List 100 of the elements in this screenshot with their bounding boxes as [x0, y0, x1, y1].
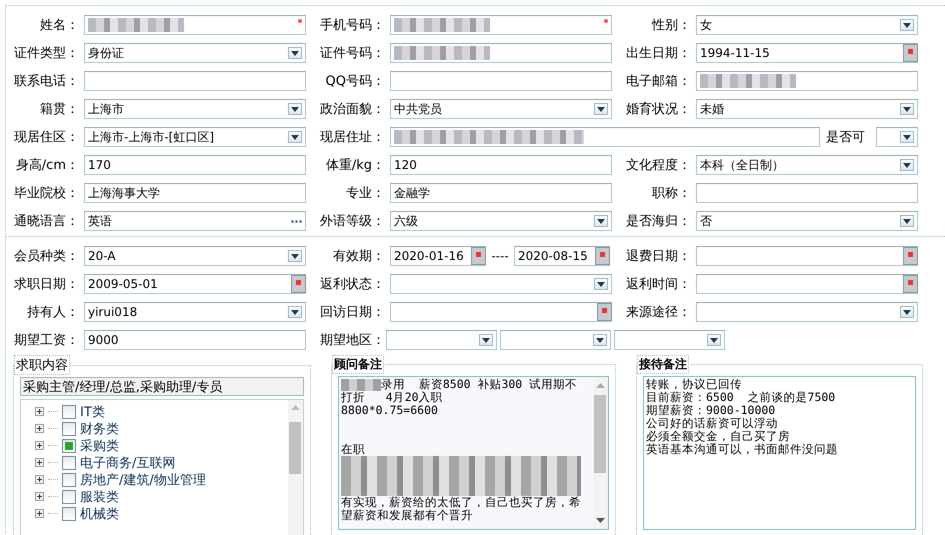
job-summary-field[interactable]: 采购主管/经理/总监,采购助理/专员: [20, 377, 304, 396]
tree-item[interactable]: 采购类: [80, 436, 119, 454]
field-label: 期望地区：: [319, 332, 386, 349]
tree-item[interactable]: 电子商务/互联网: [80, 454, 176, 472]
text-field[interactable]: [390, 71, 612, 91]
text-field[interactable]: 上海海事大学: [84, 183, 306, 203]
checkbox[interactable]: [62, 438, 76, 452]
text-field[interactable]: [84, 15, 306, 35]
checkbox[interactable]: [62, 456, 76, 470]
note-line: 8800*0.75=6600: [341, 404, 439, 417]
field-label: 来源途径：: [625, 304, 692, 321]
field-label: 电子邮箱：: [625, 73, 692, 90]
expand-icon[interactable]: [35, 475, 44, 484]
field-label: 证件号码：: [319, 45, 386, 62]
dropdown-field[interactable]: 未婚: [696, 99, 918, 119]
dropdown-field[interactable]: 20-A: [84, 246, 306, 266]
text-field[interactable]: 9000: [84, 330, 306, 350]
checkbox[interactable]: [62, 422, 76, 436]
dropdown-field[interactable]: [696, 302, 918, 322]
tree-item[interactable]: 机械类: [80, 504, 119, 522]
dropdown-field[interactable]: 否: [696, 211, 918, 231]
tree-item[interactable]: 财务类: [80, 420, 119, 438]
field-label: 通晓语言：: [13, 213, 80, 230]
date-field[interactable]: 2009-05-01: [84, 274, 306, 294]
dropdown-field[interactable]: 身份证: [84, 43, 306, 63]
expand-icon[interactable]: [35, 492, 44, 501]
text-field[interactable]: 金融学: [390, 183, 612, 203]
date-field[interactable]: 2020-01-16: [390, 246, 486, 266]
date-field[interactable]: 1994-11-15: [696, 43, 918, 63]
field-label: 证件类型：: [13, 45, 80, 62]
field-label: 外语等级：: [319, 213, 386, 230]
calendar-icon[interactable]: [903, 247, 918, 265]
scroll-up-icon[interactable]: [596, 383, 605, 388]
note-line: 在职: [341, 443, 366, 456]
checkbox[interactable]: [62, 404, 76, 418]
expand-icon[interactable]: [35, 458, 44, 467]
checkbox[interactable]: [62, 506, 76, 520]
dropdown-field[interactable]: [386, 330, 497, 350]
date-field[interactable]: 2020-08-15: [514, 246, 610, 266]
dropdown-field[interactable]: [500, 330, 611, 350]
calendar-icon[interactable]: [903, 44, 918, 62]
field-label: 持有人：: [26, 304, 80, 321]
field-label: 文化程度：: [625, 157, 692, 174]
checkbox[interactable]: [62, 490, 76, 504]
text-field[interactable]: 170: [84, 155, 306, 175]
date-field[interactable]: [390, 302, 612, 322]
note-line: 英语基本沟通可以，书面邮件没问题: [646, 443, 839, 456]
dropdown-field[interactable]: 上海市: [84, 99, 306, 119]
expand-icon[interactable]: [35, 509, 44, 518]
field-label: 籍贯：: [39, 101, 80, 118]
picker-field[interactable]: 英语: [84, 211, 306, 231]
date-field[interactable]: [696, 246, 918, 266]
tree-item[interactable]: IT类: [80, 402, 105, 420]
dropdown-field[interactable]: 女: [696, 15, 918, 35]
notes-area[interactable]: 录用 薪资8500 补贴300 试用期不打折 4月20入职 8800*0.75=6600 在职 有实现，薪资给的太低了，自己也买了房，希望薪资和发展都有个晋升: [338, 376, 609, 530]
text-field[interactable]: [696, 183, 918, 203]
tree-item[interactable]: 房地产/建筑/物业管理: [80, 470, 206, 488]
expand-icon[interactable]: [35, 424, 44, 433]
calendar-icon[interactable]: [595, 247, 610, 265]
expand-icon[interactable]: [35, 407, 44, 416]
field-label: 出生日期：: [625, 45, 692, 62]
dropdown-field[interactable]: 上海市-上海市-[虹口区]: [84, 127, 306, 147]
calendar-icon[interactable]: [903, 275, 918, 293]
field-label: 联系电话：: [13, 73, 80, 90]
field-label: 现居住区：: [13, 129, 80, 146]
scrollbar[interactable]: [288, 400, 303, 535]
scrollbar[interactable]: [593, 377, 608, 529]
text-field[interactable]: [84, 71, 306, 91]
field-label: 身高/cm：: [14, 157, 80, 174]
calendar-icon[interactable]: [471, 247, 486, 265]
note-line: 录用 薪资8500 补贴300 试用期不打折 4月20入职: [341, 377, 578, 404]
text-field[interactable]: [390, 127, 820, 147]
field-label: 返利时间：: [625, 276, 692, 293]
dropdown-field[interactable]: [614, 330, 725, 350]
notes-area[interactable]: 转账，协议已回传 目前薪资：6500 之前谈的是7500 期望薪资：9000-10000 公司好的话薪资可以浮动 必须全额交金，自己买了房 英语基本沟通可以，书面邮件没问题: [643, 376, 916, 530]
dropdown-field[interactable]: [390, 274, 612, 294]
dropdown-field[interactable]: 本科（全日制）: [696, 155, 918, 175]
text-field[interactable]: 120: [390, 155, 612, 175]
date-field[interactable]: [696, 274, 918, 294]
field-label: 姓名：: [39, 17, 80, 34]
field-label: 专业：: [345, 185, 386, 202]
calendar-icon[interactable]: [597, 303, 612, 321]
text-field[interactable]: [390, 15, 612, 35]
dropdown-field[interactable]: 中共党员: [390, 99, 612, 119]
dropdown-field[interactable]: yirui018: [84, 302, 306, 322]
scroll-down-icon[interactable]: [596, 518, 605, 523]
calendar-icon[interactable]: [291, 275, 306, 293]
field-label: 体重/kg：: [324, 157, 386, 174]
field-label: 婚育状况：: [625, 100, 692, 118]
note-line: 期望薪资：9000-10000: [646, 404, 776, 417]
dropdown-field[interactable]: 六级: [390, 211, 612, 231]
field-label: 期望工资：: [13, 332, 80, 349]
text-field[interactable]: [390, 43, 612, 63]
text-field[interactable]: [696, 71, 918, 91]
expand-icon[interactable]: [35, 441, 44, 450]
checkbox[interactable]: [62, 472, 76, 486]
ellipsis-icon[interactable]: [291, 220, 302, 222]
field-label: 返利状态：: [319, 276, 386, 293]
tree-item[interactable]: 服装类: [80, 488, 119, 506]
dropdown-field[interactable]: [876, 127, 918, 147]
